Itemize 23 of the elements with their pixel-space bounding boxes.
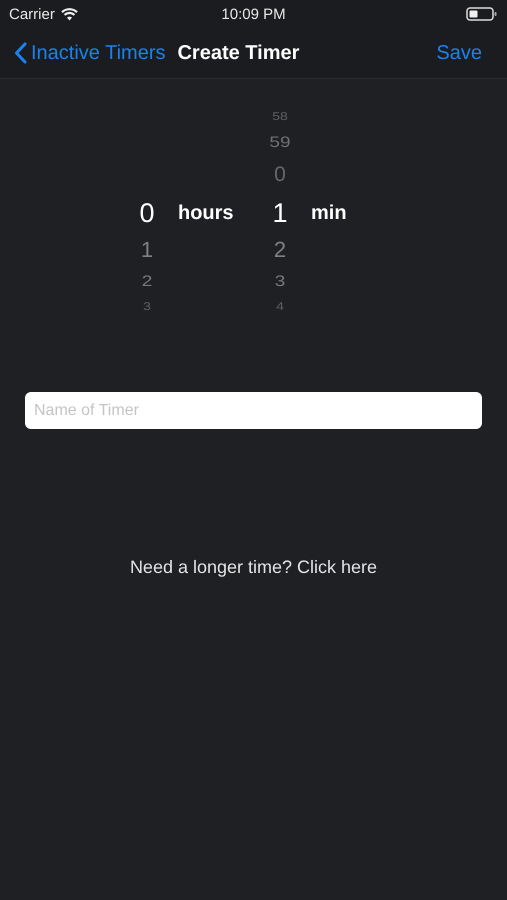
selected-picker-value[interactable]: 1 xyxy=(272,200,288,226)
picker-value[interactable]: 3 xyxy=(274,273,286,289)
back-button[interactable]: Inactive Timers xyxy=(14,42,166,64)
save-button[interactable]: Save xyxy=(436,42,482,64)
unit-label: hours xyxy=(178,202,234,224)
unit-label: min xyxy=(311,202,347,224)
selected-picker-value[interactable]: 0 xyxy=(139,200,155,226)
chevron-left-icon xyxy=(14,42,27,64)
picker-value[interactable]: 59 xyxy=(269,134,291,150)
picker-value[interactable]: 58 xyxy=(272,110,288,122)
battery-icon xyxy=(466,6,498,22)
picker-value[interactable]: 2 xyxy=(142,273,152,289)
carrier-label: Carrier xyxy=(9,6,55,22)
longer-time-link[interactable]: Need a longer time? Click here xyxy=(130,557,378,578)
picker-value[interactable]: 4 xyxy=(276,300,284,312)
picker-value[interactable]: 0 xyxy=(274,164,286,185)
picker-value[interactable]: 1 xyxy=(140,239,154,261)
picker-value[interactable]: 2 xyxy=(274,239,286,261)
timer-name-field[interactable]: Name of Timer xyxy=(25,392,482,429)
screen-title: Create Timer xyxy=(177,42,300,64)
clock-time: 10:09 PM xyxy=(221,6,286,22)
wifi-icon xyxy=(60,8,78,20)
picker-value[interactable]: 3 xyxy=(143,300,151,312)
